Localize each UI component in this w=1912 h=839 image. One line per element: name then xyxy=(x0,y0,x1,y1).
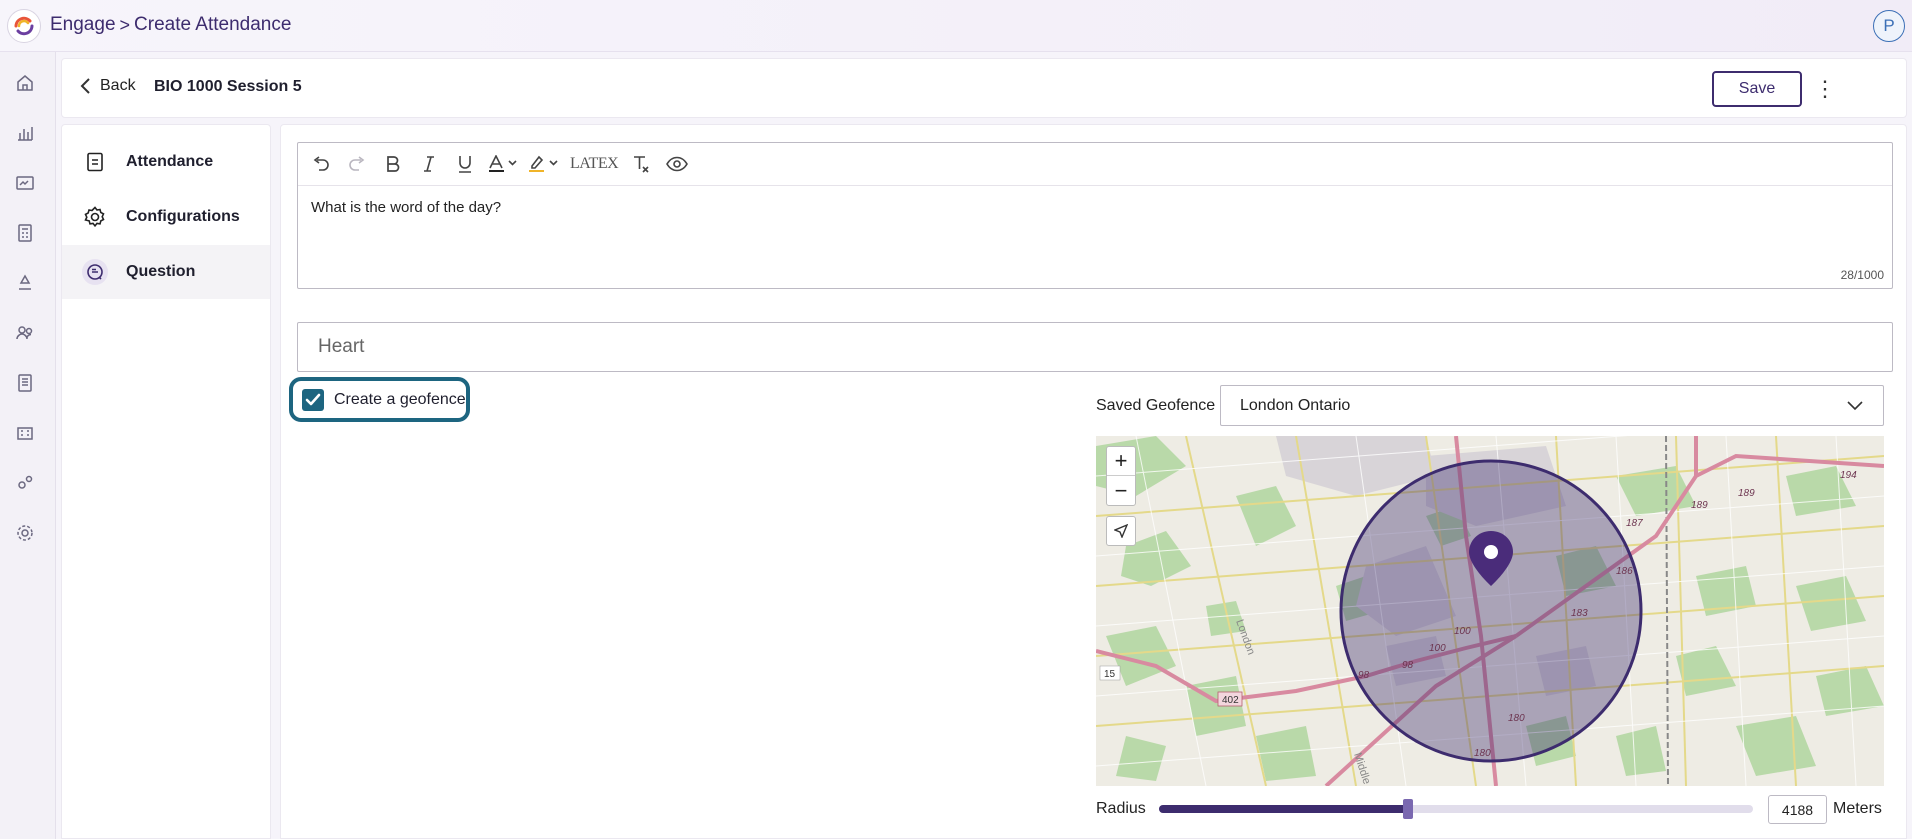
save-button[interactable]: Save xyxy=(1712,71,1802,107)
map-highway-shield: 402 xyxy=(1222,695,1239,706)
create-geofence-label: Create a geofence xyxy=(334,390,466,408)
sidebar-item-configurations[interactable]: Configurations xyxy=(62,190,270,244)
radius-unit-label: Meters xyxy=(1833,800,1882,817)
radius-label: Radius xyxy=(1096,800,1146,817)
map-road-label: 183 xyxy=(1571,608,1588,619)
sidebar-item-question[interactable]: Question xyxy=(62,245,270,299)
page-header: Back BIO 1000 Session 5 Save ⋮ xyxy=(61,58,1907,118)
sidebar-item-label: Attendance xyxy=(126,153,214,170)
calculator-icon[interactable] xyxy=(14,222,36,244)
radius-input[interactable] xyxy=(1768,795,1827,824)
map-road-label: 98 xyxy=(1358,670,1370,681)
bold-icon[interactable] xyxy=(380,150,406,178)
slider-thumb[interactable] xyxy=(1403,799,1413,819)
radius-slider[interactable] xyxy=(1159,799,1753,819)
map-zoom-control: + − xyxy=(1106,446,1136,506)
chevron-left-icon xyxy=(80,78,90,94)
document-list-icon[interactable] xyxy=(14,372,36,394)
settings-icon[interactable] xyxy=(14,522,36,544)
create-geofence-checkbox[interactable]: Create a geofence xyxy=(289,377,470,422)
breadcrumb-engage[interactable]: Engage xyxy=(50,14,116,36)
editor-content[interactable]: What is the word of the day? xyxy=(311,199,501,216)
home-icon[interactable] xyxy=(14,72,36,94)
map-road-label: 187 xyxy=(1626,518,1643,529)
map-highway-shield: 15 xyxy=(1104,669,1116,680)
back-label: Back xyxy=(100,77,136,94)
saved-geofence-value: London Ontario xyxy=(1240,396,1351,414)
saved-geofence-select[interactable]: London Ontario xyxy=(1220,385,1884,426)
bar-chart-icon[interactable] xyxy=(14,122,36,144)
map-road-label: 180 xyxy=(1508,713,1525,724)
answer-input[interactable] xyxy=(297,322,1893,372)
chevron-down-icon xyxy=(1847,398,1863,416)
people-icon[interactable] xyxy=(14,322,36,344)
latex-button[interactable]: LATEX xyxy=(570,150,619,178)
checkbox-checked-icon xyxy=(302,388,324,411)
app-logo[interactable] xyxy=(7,9,41,43)
italic-icon[interactable] xyxy=(416,150,442,178)
map-road-label: 100 xyxy=(1454,626,1471,637)
breadcrumb-separator: > xyxy=(119,14,131,35)
character-counter: 28/1000 xyxy=(1840,268,1884,282)
locate-me-button[interactable] xyxy=(1106,516,1136,546)
undo-icon[interactable] xyxy=(308,150,334,178)
sidebar-item-label: Configurations xyxy=(126,208,240,225)
rich-text-editor[interactable]: LATEX What is the word of the day? 28/10… xyxy=(297,142,1893,289)
map-road-label: 189 xyxy=(1738,488,1755,499)
sidebar-item-label: Question xyxy=(126,263,196,280)
geofence-map[interactable]: 194 189 189 187 186 183 100 100 98 98 18… xyxy=(1096,436,1884,786)
main-panel: LATEX What is the word of the day? 28/10… xyxy=(280,124,1907,839)
id-card-icon[interactable] xyxy=(14,172,36,194)
preview-eye-icon[interactable] xyxy=(664,150,690,178)
map-road-label: 194 xyxy=(1840,470,1857,481)
question-chat-icon xyxy=(82,259,108,285)
page-title: BIO 1000 Session 5 xyxy=(154,78,302,95)
zoom-in-button[interactable]: + xyxy=(1107,447,1135,476)
editor-toolbar: LATEX xyxy=(298,143,1892,186)
redo-icon[interactable] xyxy=(344,150,370,178)
top-bar: Engage > Create Attendance P xyxy=(0,0,1912,52)
map-road-label: 100 xyxy=(1429,643,1446,654)
slider-fill xyxy=(1159,805,1408,813)
building-icon[interactable] xyxy=(14,422,36,444)
side-nav: Attendance Configurations Question xyxy=(61,124,271,839)
map-road-label: 186 xyxy=(1616,566,1633,577)
highlight-icon[interactable] xyxy=(528,150,560,178)
user-avatar[interactable]: P xyxy=(1873,10,1905,42)
map-road-label: 180 xyxy=(1474,748,1491,759)
underline-icon[interactable] xyxy=(452,150,478,178)
text-color-icon[interactable] xyxy=(488,150,518,178)
map-road-label: 189 xyxy=(1691,500,1708,511)
breadcrumb-create-attendance: Create Attendance xyxy=(134,14,292,35)
gears-icon[interactable] xyxy=(14,472,36,494)
more-options-button[interactable]: ⋮ xyxy=(1810,71,1840,107)
map-road-label: 98 xyxy=(1402,660,1414,671)
saved-geofence-label: Saved Geofence xyxy=(1096,397,1216,414)
back-button[interactable]: Back xyxy=(80,77,136,95)
breadcrumb: Engage > Create Attendance xyxy=(50,14,291,36)
map-tiles: 194 189 189 187 186 183 100 100 98 98 18… xyxy=(1096,436,1884,786)
document-icon xyxy=(82,149,108,175)
sidebar-item-attendance[interactable]: Attendance xyxy=(62,135,270,189)
recycle-icon[interactable] xyxy=(14,272,36,294)
navigation-arrow-icon xyxy=(1114,524,1128,538)
gear-icon xyxy=(82,204,108,230)
zoom-out-button[interactable]: − xyxy=(1107,476,1135,505)
left-rail xyxy=(0,52,56,839)
clear-format-icon[interactable] xyxy=(628,150,654,178)
